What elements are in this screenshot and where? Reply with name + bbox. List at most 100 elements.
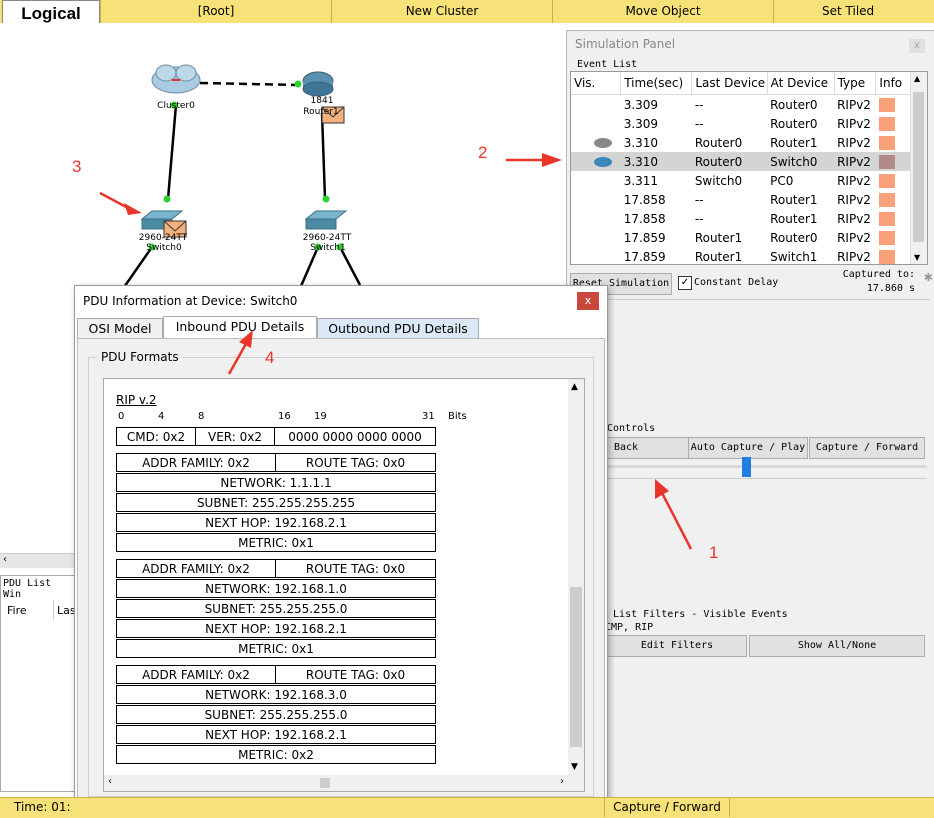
time-cell: 3.311 [623,173,659,188]
table-row[interactable]: 3.310 Router0 Switch0 RIPv2 [571,152,911,171]
info-cell[interactable] [876,209,911,228]
info-color-swatch[interactable] [878,192,895,207]
event-list-label: Event List [577,59,638,70]
at-device-cell: Switch1 [770,249,818,264]
table-row[interactable]: 3.311 Switch0 PC0 RIPv2 [571,171,911,190]
col-type[interactable]: Type [834,72,877,95]
vis-cell[interactable] [571,228,621,247]
at-device-cell: Router0 [770,116,818,131]
table-row[interactable]: 3.310 Router0 Router1 RIPv2 [571,133,911,152]
col-at-device[interactable]: At Device [767,72,835,95]
info-cell[interactable] [876,171,911,190]
vis-cell[interactable] [571,114,621,133]
info-color-swatch[interactable] [878,249,895,264]
scroll-thumb[interactable] [570,587,582,747]
table-row[interactable]: 17.859 Router1 Switch1 RIPv2 [571,247,911,264]
pdu-window-titlebar[interactable]: PDU Information at Device: Switch0 x [75,286,607,316]
table-row[interactable]: 17.859 Router1 Router0 RIPv2 [571,228,911,247]
next-hop-field: NEXT HOP: 192.168.2.1 [116,619,436,638]
device-model-switch0: 2960-24TT [138,233,188,243]
last-device-cell: Switch0 [694,173,743,188]
playback-slider[interactable] [607,465,927,468]
vis-cell[interactable] [571,95,621,115]
event-list-scrollbar[interactable]: ▲ ▼ [910,72,927,264]
last-device-cell: Router0 [694,135,743,150]
cluster-cloud-icon [151,64,201,94]
scroll-left-icon[interactable]: ‹ [108,776,112,787]
scroll-thumb[interactable] [320,778,330,788]
scroll-left-icon[interactable]: ‹ [3,554,7,565]
scroll-up-icon[interactable]: ▲ [571,382,578,392]
edit-filters-button[interactable]: Edit Filters [607,635,747,657]
table-row[interactable]: 3.309 -- Router0 RIPv2 [571,114,911,133]
type-cell: RIPv2 [837,249,871,264]
info-color-swatch[interactable] [878,211,895,226]
info-cell[interactable] [876,190,911,209]
type-cell: RIPv2 [837,173,871,188]
back-button[interactable]: Back [607,437,693,459]
info-cell[interactable] [876,228,911,247]
scroll-down-icon[interactable]: ▼ [571,762,578,772]
annotation-1: 1 [709,543,719,562]
vis-cell[interactable] [571,171,621,190]
cmd-field: CMD: 0x2 [116,427,196,446]
pdu-list-window: PDU List Win Fire Las [0,575,76,792]
vis-cell[interactable] [571,133,621,152]
slider-handle[interactable] [742,457,751,477]
tab-osi-model[interactable]: OSI Model [77,318,163,340]
info-cell[interactable] [876,152,911,171]
scroll-thumb[interactable] [913,92,924,242]
info-color-swatch[interactable] [878,135,895,150]
scroll-down-icon[interactable]: ▼ [914,253,920,262]
event-list-table[interactable]: Vis. Time(sec) Last Device At Device Typ… [570,71,928,265]
table-row[interactable]: 17.858 -- Router1 RIPv2 [571,209,911,228]
info-cell[interactable] [876,133,911,152]
info-color-swatch[interactable] [878,230,895,245]
vis-cell[interactable] [571,190,621,209]
capture-forward-button[interactable]: Capture / Forward [809,437,925,459]
zero-field: 0000 0000 0000 0000 [274,427,436,446]
constant-delay-checkbox[interactable]: ✓ [678,276,692,290]
auto-capture-play-button[interactable]: Auto Capture / Play [688,437,808,459]
info-cell[interactable] [876,247,911,264]
move-object-button[interactable]: Move Object [552,0,773,23]
info-cell[interactable] [876,95,911,115]
subnet-field: SUBNET: 255.255.255.0 [116,599,436,618]
scroll-up-icon[interactable]: ▲ [914,74,920,83]
table-header: Vis. Time(sec) Last Device At Device Typ… [571,72,911,95]
subnet-field: SUBNET: 255.255.255.255 [116,493,436,512]
capture-forward-tab-button[interactable]: Capture / Forward [604,798,730,817]
eye-icon [594,138,612,148]
info-color-swatch[interactable] [878,97,895,112]
close-icon[interactable]: x [577,292,599,310]
table-row[interactable]: 17.858 -- Router1 RIPv2 [571,190,911,209]
info-color-swatch[interactable] [878,116,895,131]
pdu-vscrollbar[interactable]: ▲ ▼ [568,379,584,775]
constant-delay-label: Constant Delay [694,277,779,288]
network-field: NETWORK: 192.168.3.0 [116,685,436,704]
col-last-device[interactable]: Last Device [691,72,768,95]
new-cluster-button[interactable]: New Cluster [331,0,552,23]
captured-to-label: Captured to: [842,269,915,280]
tab-outbound-pdu-details[interactable]: Outbound PDU Details [317,318,479,340]
vis-cell[interactable] [571,209,621,228]
show-all-none-button[interactable]: Show All/None [749,635,925,657]
info-color-swatch[interactable] [878,154,895,169]
vis-cell[interactable] [571,152,621,171]
vis-cell[interactable] [571,247,621,264]
scroll-right-icon[interactable]: › [560,776,564,787]
col-vis[interactable]: Vis. [571,72,622,95]
table-row[interactable]: 3.309 -- Router0 RIPv2 [571,95,911,115]
close-icon[interactable]: x [909,39,925,53]
root-button[interactable]: [Root] [100,0,331,23]
pdu-list-title: PDU List Win [3,578,52,600]
info-cell[interactable] [876,114,911,133]
next-hop-field: NEXT HOP: 192.168.2.1 [116,725,436,744]
network-field: NETWORK: 1.1.1.1 [116,473,436,492]
set-tiled-background-button[interactable]: Set Tiled Backgrou [773,0,934,41]
col-time[interactable]: Time(sec) [620,72,693,95]
pdu-hscrollbar[interactable]: ‹ › [104,775,584,791]
col-info[interactable]: Info [875,72,911,95]
info-color-swatch[interactable] [878,173,895,188]
time-cell: 3.310 [623,135,659,150]
